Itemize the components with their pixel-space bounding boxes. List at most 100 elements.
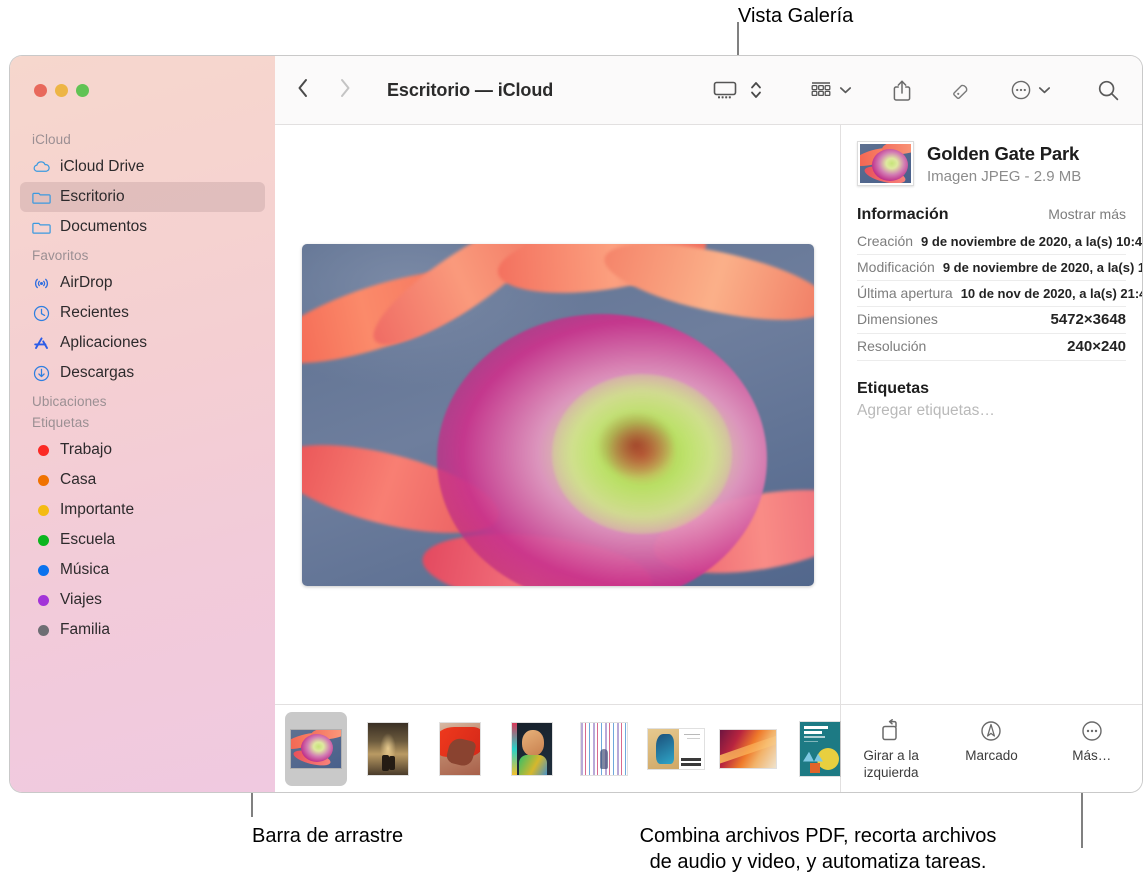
sidebar-item-label: Escuela	[60, 531, 116, 548]
sidebar-item-label: Música	[60, 561, 110, 578]
thumb-portrait[interactable]	[501, 712, 563, 786]
info-row-key: Dimensiones	[857, 311, 938, 327]
sidebar-item-trabajo[interactable]: Trabajo	[20, 435, 265, 465]
sidebar-item-m-sica[interactable]: Música	[20, 555, 265, 585]
sidebar-group-title: iCloud	[32, 132, 71, 147]
toolbar-buttons	[713, 78, 1142, 102]
tag-color-dot	[37, 624, 49, 636]
filmstrip[interactable]	[275, 704, 840, 792]
preview-container	[275, 125, 840, 704]
tag-dot	[32, 591, 51, 610]
info-row-value: 9 de noviembre de 2020, a la(s) 14:20	[942, 260, 1142, 275]
info-rows: Creación 9 de noviembre de 2020, a la(s) …	[857, 229, 1142, 361]
rotate-left-icon	[844, 717, 939, 745]
sidebar-item-label: AirDrop	[60, 274, 113, 291]
zoom-button[interactable]	[76, 84, 89, 97]
group-by-icon[interactable]	[809, 80, 833, 100]
sidebar-item-label: Aplicaciones	[60, 334, 148, 351]
thumb-forest-path[interactable]	[357, 712, 419, 786]
file-thumbnail-image	[860, 144, 911, 183]
chevron-down-icon-more[interactable]	[1038, 86, 1051, 94]
image-preview[interactable]	[301, 243, 814, 586]
tag-icon[interactable]	[950, 78, 974, 102]
add-tags-field[interactable]: Agregar etiquetas…	[857, 402, 1126, 420]
rotate-left-label: Girar a la izquierda	[863, 748, 919, 780]
more-button[interactable]: Más…	[1044, 717, 1139, 765]
thumb-stripes[interactable]	[573, 712, 635, 786]
back-icon[interactable]	[297, 78, 309, 103]
sidebar-item-label: Viajes	[60, 591, 102, 608]
thumb-gradient[interactable]	[717, 712, 779, 786]
show-more-link[interactable]: Mostrar más	[1048, 206, 1126, 222]
sidebar-item-documentos[interactable]: Documentos	[20, 212, 265, 242]
callout-drag-bar: Barra de arrastre	[252, 825, 404, 847]
markup-button[interactable]: Marcado	[944, 717, 1039, 765]
tag-dot	[32, 501, 51, 520]
tag-dot	[32, 561, 51, 580]
thumb-portrait-image	[512, 722, 552, 775]
markup-label: Marcado	[965, 748, 1018, 763]
thumb-louisa-parris[interactable]	[645, 712, 707, 786]
sidebar-item-familia[interactable]: Familia	[20, 615, 265, 645]
search-icon[interactable]	[1097, 79, 1120, 102]
markup-icon	[944, 717, 1039, 745]
more-actions-control[interactable]	[1010, 79, 1051, 101]
info-row-value: 9 de noviembre de 2020, a la(s) 10:46	[921, 234, 1142, 249]
sidebar-item-recientes[interactable]: Recientes	[20, 298, 265, 328]
rotate-left-button[interactable]: Girar a la izquierda	[844, 717, 939, 782]
callout-more-actions: Combina archivos PDF, recorta archivos d…	[639, 825, 997, 873]
tag-dot	[32, 531, 51, 550]
sidebar-item-icloud-drive[interactable]: iCloud Drive	[20, 152, 265, 182]
sidebar-item-escuela[interactable]: Escuela	[20, 525, 265, 555]
forward-icon	[339, 78, 351, 103]
minimize-button[interactable]	[55, 84, 68, 97]
quick-actions-bar: Girar a la izquierda Marcado Más…	[841, 704, 1142, 792]
sidebar-item-label: Escritorio	[60, 188, 125, 205]
sidebar-item-casa[interactable]: Casa	[20, 465, 265, 495]
sidebar-item-label: Casa	[60, 471, 97, 488]
chevron-down-icon[interactable]	[839, 86, 852, 94]
file-name: Golden Gate Park	[927, 143, 1080, 165]
share-icon[interactable]	[892, 79, 912, 102]
thumb-flower-image	[291, 729, 341, 768]
sidebar-item-airdrop[interactable]: AirDrop	[20, 268, 265, 298]
file-thumbnail	[857, 141, 914, 186]
sidebar-item-aplicaciones[interactable]: Aplicaciones	[20, 328, 265, 358]
group-by-control[interactable]	[809, 80, 852, 100]
thumb-red-hand[interactable]	[429, 712, 491, 786]
info-panel: Golden Gate Park Imagen JPEG - 2.9 MB In…	[841, 125, 1142, 792]
folder-icon	[32, 218, 51, 237]
info-row: Última apertura 10 de nov de 2020, a la(s…	[857, 281, 1142, 307]
more-label: Más…	[1072, 748, 1112, 763]
thumb-flower[interactable]	[285, 711, 347, 786]
sidebar-item-importante[interactable]: Importante	[20, 495, 265, 525]
view-control-group	[713, 79, 763, 101]
sidebar-item-label: Descargas	[60, 364, 135, 381]
leader-line-more-actions	[1081, 790, 1083, 848]
file-header: Golden Gate Park Imagen JPEG - 2.9 MB	[857, 141, 1126, 186]
info-scroll-area: Golden Gate Park Imagen JPEG - 2.9 MB In…	[841, 125, 1142, 704]
sidebar-item-viajes[interactable]: Viajes	[20, 585, 265, 615]
info-row: Resolución 240×240	[857, 334, 1126, 361]
sidebar-item-label: Documentos	[60, 218, 148, 235]
sidebar-group-title: Etiquetas	[32, 415, 90, 430]
info-row-key: Modificación	[857, 259, 935, 275]
sidebar-item-descargas[interactable]: Descargas	[20, 358, 265, 388]
airdrop-icon	[32, 274, 51, 293]
more-actions-icon[interactable]	[1010, 79, 1032, 101]
gallery-view-icon[interactable]	[713, 80, 737, 100]
tag-color-dot	[37, 474, 49, 486]
view-stepper-icon[interactable]	[749, 79, 763, 101]
info-row-key: Última apertura	[857, 285, 953, 301]
thumb-gradient-image	[720, 729, 776, 768]
file-title-block: Golden Gate Park Imagen JPEG - 2.9 MB	[927, 142, 1081, 184]
thumb-louisa-parris-image	[648, 728, 704, 769]
sidebar-item-escritorio[interactable]: Escritorio	[20, 182, 265, 212]
download-icon	[32, 364, 51, 383]
thumb-stripes-image	[581, 722, 627, 775]
flower-center-shadow	[596, 411, 675, 478]
info-row: Creación 9 de noviembre de 2020, a la(s) …	[857, 229, 1142, 255]
close-button[interactable]	[34, 84, 47, 97]
cloud-icon	[32, 158, 51, 177]
sidebar-sections: iCloud iCloud Drive Escritorio Documentos Fa…	[10, 126, 275, 645]
